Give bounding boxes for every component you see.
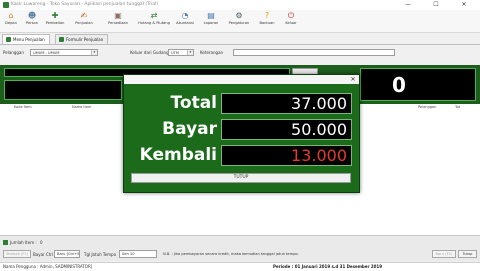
jumlah-item-value: 0 [40,240,43,245]
help-icon: ? [264,11,270,20]
bottom-panel: Jumlah Item : 0 Tambah (F1) Bayar Ctrl B… [0,235,480,261]
toolbar-label: Persediaan [108,21,128,25]
kembali-label: Kembali [139,145,217,165]
settings-icon: ⚙ [235,11,243,20]
keluar-label: Keluar dari Gudang [130,50,169,55]
pelanggan-select[interactable]: UMUM - UMUM ▾ [30,49,98,56]
toolbar-hutang-piutang-button[interactable]: ⇄ Hutang & Piutang [136,10,172,32]
close-icon[interactable]: ✕ [348,75,358,84]
grand-total-box [360,68,476,101]
minimize-button[interactable]: — [398,0,418,10]
tab-menu-penjualan[interactable]: Menu Penjualan [2,34,50,44]
toolbar-label: Depan [5,21,17,25]
status-user: Nama Pengguna : Admin, SADMINISTRATOR] [3,264,93,269]
chevron-down-icon: ▾ [91,50,97,55]
app-icon [3,2,9,8]
bayar-amount-label: Bayar [162,119,217,139]
bayar-select[interactable]: Baru [Ctrl+B] [54,250,80,258]
home-icon: ⌂ [8,11,14,20]
toolbar-label: Penjualan [75,21,93,25]
toolbar-label: Pengaturan [228,21,250,25]
tab-bar: Menu Penjualan Formulir Penjualan [0,33,480,44]
item-info-box [4,80,122,100]
toolbar-laporan-button[interactable]: ▤ Laporan [198,10,224,32]
bayar-box: 50.000 [221,119,352,140]
bayar-label: Bayar Ctrl [33,252,54,257]
purchase-icon: ✚ [51,11,59,20]
sales-tab-icon [6,37,11,42]
toolbar-label: Keluar [285,21,297,25]
keterangan-label: Keterangan [200,50,224,55]
tab-label: Formulir Penjualan [66,37,104,42]
toolbar-label: Hutang & Piutang [138,21,170,25]
power-icon: ⏻ [287,11,295,20]
toolbar-penjualan-button[interactable]: ✍ Penjualan [68,10,100,32]
toolbar-label: Laporan [203,21,219,25]
pelanggan-label: Pelanggan [3,50,24,55]
form-tab-icon [59,37,64,42]
gudang-value: UTM [171,51,179,55]
toolbar-keluar-button[interactable]: ⏻ Keluar [280,10,302,32]
divider [0,44,480,45]
close-window-button[interactable]: ✕ [454,0,474,10]
status-period: Periode : 01 Januari 2019 s.d 31 Desembe… [273,264,382,269]
payment-dialog: ✕ Total 37.000 Bayar 50.000 Kembali 13.0… [123,74,360,193]
toolbar-label: Bantuan [259,21,275,25]
toolbar-persediaan-button[interactable]: ▣ Persediaan [100,10,136,32]
inventory-icon: ▣ [114,11,122,20]
kembali-box: 13.000 [221,145,352,166]
window-title: Kasir Luwareng - Toko Sayuran - Aplikasi… [11,2,159,7]
dialog-title-bar [124,75,359,84]
sales-icon: ✍ [80,11,88,20]
toolbar-person-button[interactable]: ☻ Person [22,10,42,32]
date-value: Sen 10 [122,252,135,256]
main-toolbar: ⌂ Depan ☻ Person ✚ Pembelian ✍ Penjualan ▣ Persed… [0,10,480,33]
tab-label: Menu Penjualan [13,37,45,42]
total-value: 37.000 [291,94,347,113]
pelanggan-value: UMUM - UMUM [33,51,60,55]
accounting-icon: ◔ [181,11,189,20]
people-icon: ☻ [27,11,37,20]
keterangan-input[interactable] [233,49,395,56]
toolbar-pembelian-button[interactable]: ✚ Pembelian [42,10,68,32]
debt-icon: ⇄ [150,11,158,20]
toolbar-akuntansi-button[interactable]: ◔ Akuntansi [172,10,198,32]
toolbar-pengaturan-button[interactable]: ⚙ Pengaturan [224,10,254,32]
total-label: Total [170,93,217,113]
toolbar-depan-button[interactable]: ⌂ Depan [0,10,22,32]
toolbar-label: Person [25,21,39,25]
report-icon: ▤ [207,11,215,20]
tutup-dialog-button[interactable]: TUTUP [131,173,351,183]
bayar-amount-value: 50.000 [291,120,347,139]
jumlah-item-label: Jumlah Item : [10,240,37,245]
kembali-value: 13.000 [291,146,347,165]
tambah-button[interactable]: Tambah (F1) [3,250,31,258]
tab-formulir-penjualan[interactable]: Formulir Penjualan [55,34,109,44]
tutup-form-button[interactable]: Tutup [458,250,477,258]
toolbar-bantuan-button[interactable]: ? Bantuan [254,10,280,32]
jatuh-tempo-label: Tgl Jatuh Tempo [84,252,117,257]
checkbox-icon [3,240,8,245]
toolbar-label: Akuntansi [176,21,194,25]
toolbar-label: Pembelian [45,21,65,25]
gudang-select[interactable]: UTM ▾ [168,49,194,56]
chevron-down-icon: ▾ [187,50,193,55]
maximize-button[interactable]: ☐ [426,0,446,10]
total-box: 37.000 [221,93,352,114]
baru-button[interactable]: Baru (F2) [432,250,456,258]
grand-total-value: 0 [392,73,406,97]
jatuh-tempo-date[interactable]: Sen 10 [119,250,157,258]
credit-note: N.B. : Jika pembayaran secara kredit, ma… [163,252,299,256]
